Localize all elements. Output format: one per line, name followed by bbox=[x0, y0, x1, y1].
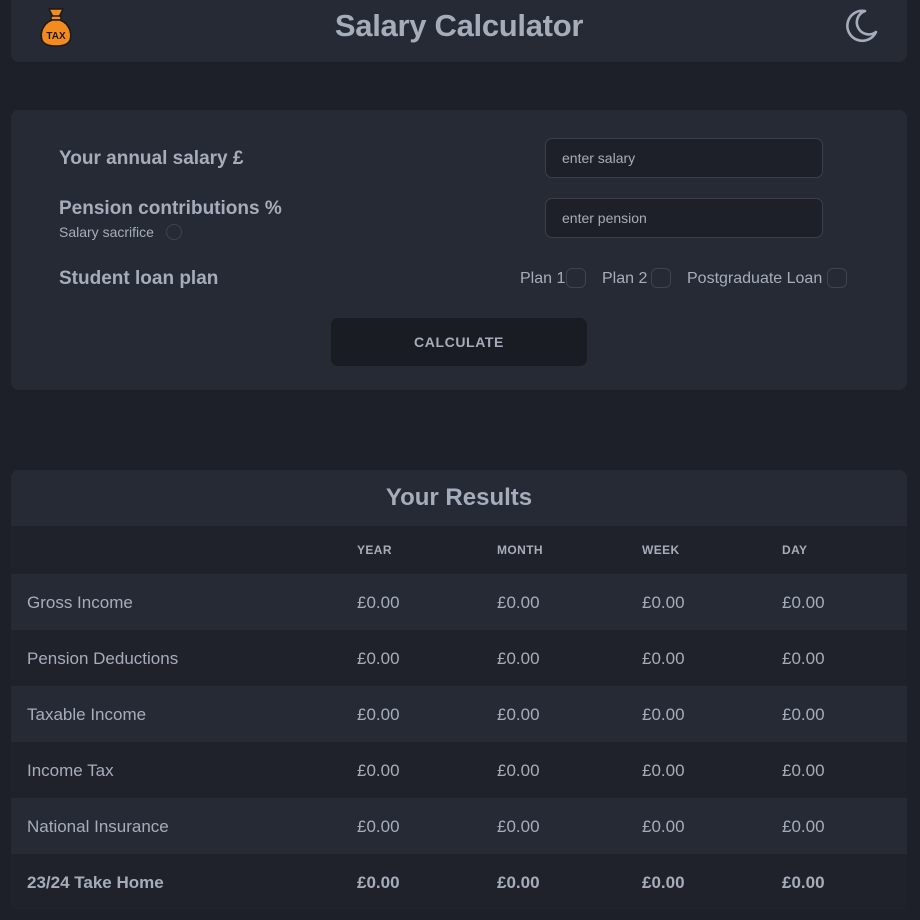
year-value: £0.00 bbox=[357, 649, 400, 668]
salary-input[interactable] bbox=[545, 138, 823, 178]
app-header: TAX Salary Calculator bbox=[11, 0, 907, 62]
day-value: £0.00 bbox=[782, 873, 825, 892]
week-value: £0.00 bbox=[642, 873, 685, 892]
salary-label: Your annual salary £ bbox=[59, 148, 244, 169]
row-label: National Insurance bbox=[27, 817, 169, 836]
plan-1-checkbox[interactable] bbox=[566, 268, 586, 288]
calculate-button[interactable]: CALCULATE bbox=[331, 318, 587, 366]
results-panel: Your Results YEAR MONTH WEEK DAY Gross I… bbox=[11, 470, 907, 910]
moon-icon[interactable] bbox=[843, 8, 879, 44]
year-value: £0.00 bbox=[357, 873, 400, 892]
month-value: £0.00 bbox=[497, 761, 540, 780]
results-title: Your Results bbox=[385, 484, 533, 511]
column-header-month: MONTH bbox=[497, 543, 543, 557]
column-header-day: DAY bbox=[782, 543, 808, 557]
pension-label: Pension contributions % bbox=[59, 198, 282, 219]
row-label: Income Tax bbox=[27, 761, 114, 780]
column-header-week: WEEK bbox=[642, 543, 680, 557]
plan-1-label: Plan 1 bbox=[520, 270, 566, 287]
table-row: Income Tax £0.00 £0.00 £0.00 £0.00 bbox=[11, 742, 907, 798]
student-loan-label: Student loan plan bbox=[59, 268, 219, 289]
row-label: Taxable Income bbox=[27, 705, 147, 724]
table-row: Gross Income £0.00 £0.00 £0.00 £0.00 bbox=[11, 574, 907, 630]
year-value: £0.00 bbox=[357, 761, 400, 780]
table-row: Taxable Income £0.00 £0.00 £0.00 £0.00 bbox=[11, 686, 907, 742]
day-value: £0.00 bbox=[782, 705, 825, 724]
table-row-total: 23/24 Take Home £0.00 £0.00 £0.00 £0.00 bbox=[11, 854, 907, 910]
postgraduate-loan-checkbox[interactable] bbox=[827, 268, 847, 288]
week-value: £0.00 bbox=[642, 593, 685, 612]
pension-input[interactable] bbox=[545, 198, 823, 238]
row-label: Pension Deductions bbox=[27, 649, 179, 668]
table-row: Pension Deductions £0.00 £0.00 £0.00 £0.… bbox=[11, 630, 907, 686]
page-title: Salary Calculator bbox=[334, 8, 584, 43]
postgraduate-loan-label: Postgraduate Loan bbox=[687, 270, 823, 287]
year-value: £0.00 bbox=[357, 705, 400, 724]
calculator-form: Your annual salary £ Pension contributio… bbox=[11, 110, 907, 390]
week-value: £0.00 bbox=[642, 817, 685, 836]
salary-sacrifice-label: Salary sacrifice bbox=[59, 224, 154, 240]
week-value: £0.00 bbox=[642, 649, 685, 668]
month-value: £0.00 bbox=[497, 817, 540, 836]
day-value: £0.00 bbox=[782, 761, 825, 780]
year-value: £0.00 bbox=[357, 817, 400, 836]
month-value: £0.00 bbox=[497, 873, 540, 892]
column-header-year: YEAR bbox=[357, 543, 392, 557]
week-value: £0.00 bbox=[642, 705, 685, 724]
results-table-header: YEAR MONTH WEEK DAY bbox=[11, 526, 907, 574]
month-value: £0.00 bbox=[497, 593, 540, 612]
salary-sacrifice-checkbox[interactable] bbox=[166, 224, 182, 240]
week-value: £0.00 bbox=[642, 761, 685, 780]
table-row: National Insurance £0.00 £0.00 £0.00 £0.… bbox=[11, 798, 907, 854]
row-label: Gross Income bbox=[27, 593, 133, 612]
day-value: £0.00 bbox=[782, 593, 825, 612]
day-value: £0.00 bbox=[782, 649, 825, 668]
row-label: 23/24 Take Home bbox=[27, 873, 164, 892]
plan-2-label: Plan 2 bbox=[602, 270, 648, 287]
year-value: £0.00 bbox=[357, 593, 400, 612]
month-value: £0.00 bbox=[497, 705, 540, 724]
day-value: £0.00 bbox=[782, 817, 825, 836]
plan-2-checkbox[interactable] bbox=[651, 268, 671, 288]
month-value: £0.00 bbox=[497, 649, 540, 668]
